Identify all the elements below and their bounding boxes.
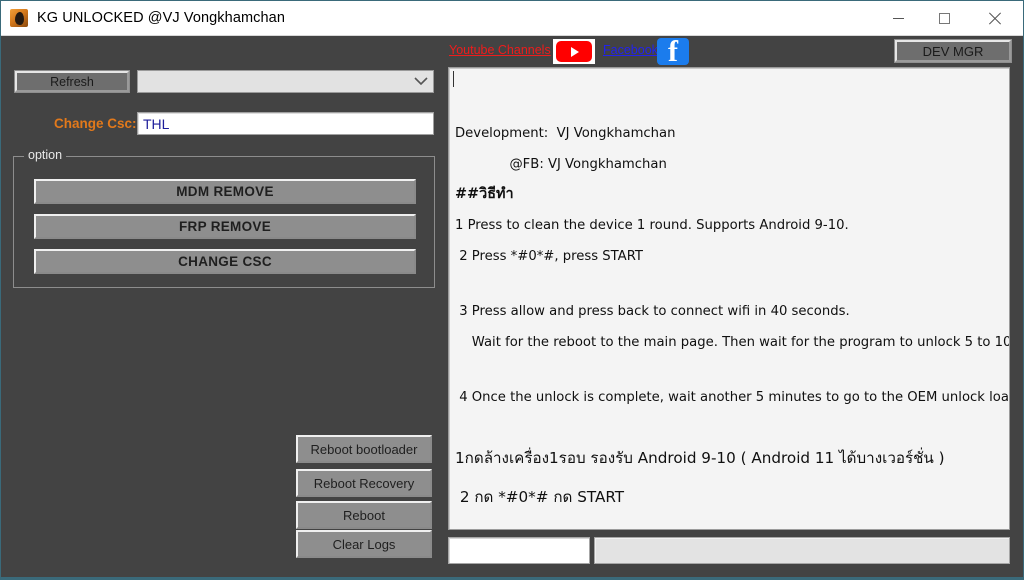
status-field-left[interactable]	[448, 537, 590, 564]
clear-logs-button[interactable]: Clear Logs	[296, 530, 432, 558]
log-line-en-3b: Wait for the reboot to the main page. Th…	[471, 335, 1010, 351]
change-csc-button[interactable]: CHANGE CSC	[34, 249, 416, 274]
change-csc-label: Change Csc:	[54, 116, 137, 131]
option-group: option MDM REMOVE FRP REMOVE CHANGE CSC	[13, 148, 435, 288]
maximize-button[interactable]	[921, 1, 967, 35]
facebook-link[interactable]: Facebook	[603, 43, 658, 57]
reboot-recovery-button[interactable]: Reboot Recovery	[296, 469, 432, 497]
log-text: Development: VJ Vongkhamchan @FB: VJ Von…	[455, 95, 1010, 529]
youtube-channels-link[interactable]: Youtube Channels	[449, 43, 551, 57]
log-output-panel[interactable]: Development: VJ Vongkhamchan @FB: VJ Von…	[448, 67, 1010, 530]
window-title: KG UNLOCKED @VJ Vongkhamchan	[37, 10, 286, 26]
option-group-label: option	[24, 148, 67, 162]
app-icon	[10, 9, 28, 27]
application-window: KG UNLOCKED @VJ Vongkhamchan Youtube Cha…	[0, 0, 1024, 580]
reboot-bootloader-button[interactable]: Reboot bootloader	[296, 435, 432, 463]
log-line-en-3: 3 Press allow and press back to connect …	[455, 304, 850, 320]
maximize-icon	[938, 12, 950, 24]
dev-mgr-button[interactable]: DEV MGR	[894, 39, 1012, 63]
pane-divider	[441, 37, 442, 565]
facebook-icon[interactable]: f	[657, 38, 689, 65]
log-line-en-4: 4 Once the unlock is complete, wait anot…	[455, 390, 1010, 406]
title-bar: KG UNLOCKED @VJ Vongkhamchan	[1, 1, 1023, 36]
minimize-button[interactable]	[875, 1, 921, 35]
window-bottom-edge	[1, 577, 1023, 579]
log-line-en-1: 1 Press to clean the device 1 round. Sup…	[455, 218, 849, 234]
mdm-remove-button[interactable]: MDM REMOVE	[34, 179, 416, 204]
text-caret	[453, 71, 454, 87]
chevron-down-icon	[409, 71, 433, 92]
close-icon	[988, 12, 1001, 25]
refresh-button[interactable]: Refresh	[14, 70, 130, 93]
change-csc-input[interactable]: THL	[137, 112, 434, 135]
log-line-th-1: 1กดล้างเครื่อง1รอบ รองรับ Android 9-10 (…	[455, 448, 945, 467]
frp-remove-button[interactable]: FRP REMOVE	[34, 214, 416, 239]
close-button[interactable]	[971, 1, 1017, 35]
status-field-right	[594, 537, 1010, 564]
log-line-en-2: 2 Press *#0*#, press START	[455, 249, 643, 265]
youtube-icon[interactable]	[553, 39, 595, 64]
device-select[interactable]	[137, 70, 434, 93]
log-line-development: Development: VJ Vongkhamchan	[455, 125, 676, 141]
minimize-icon	[892, 17, 904, 19]
log-line-head-th: ##วิธีทำ	[455, 186, 514, 203]
log-line-th-2: 2 กด *#0*# กด START	[455, 487, 625, 506]
reboot-button[interactable]: Reboot	[296, 501, 432, 529]
log-line-facebook: @FB: VJ Vongkhamchan	[455, 156, 667, 172]
